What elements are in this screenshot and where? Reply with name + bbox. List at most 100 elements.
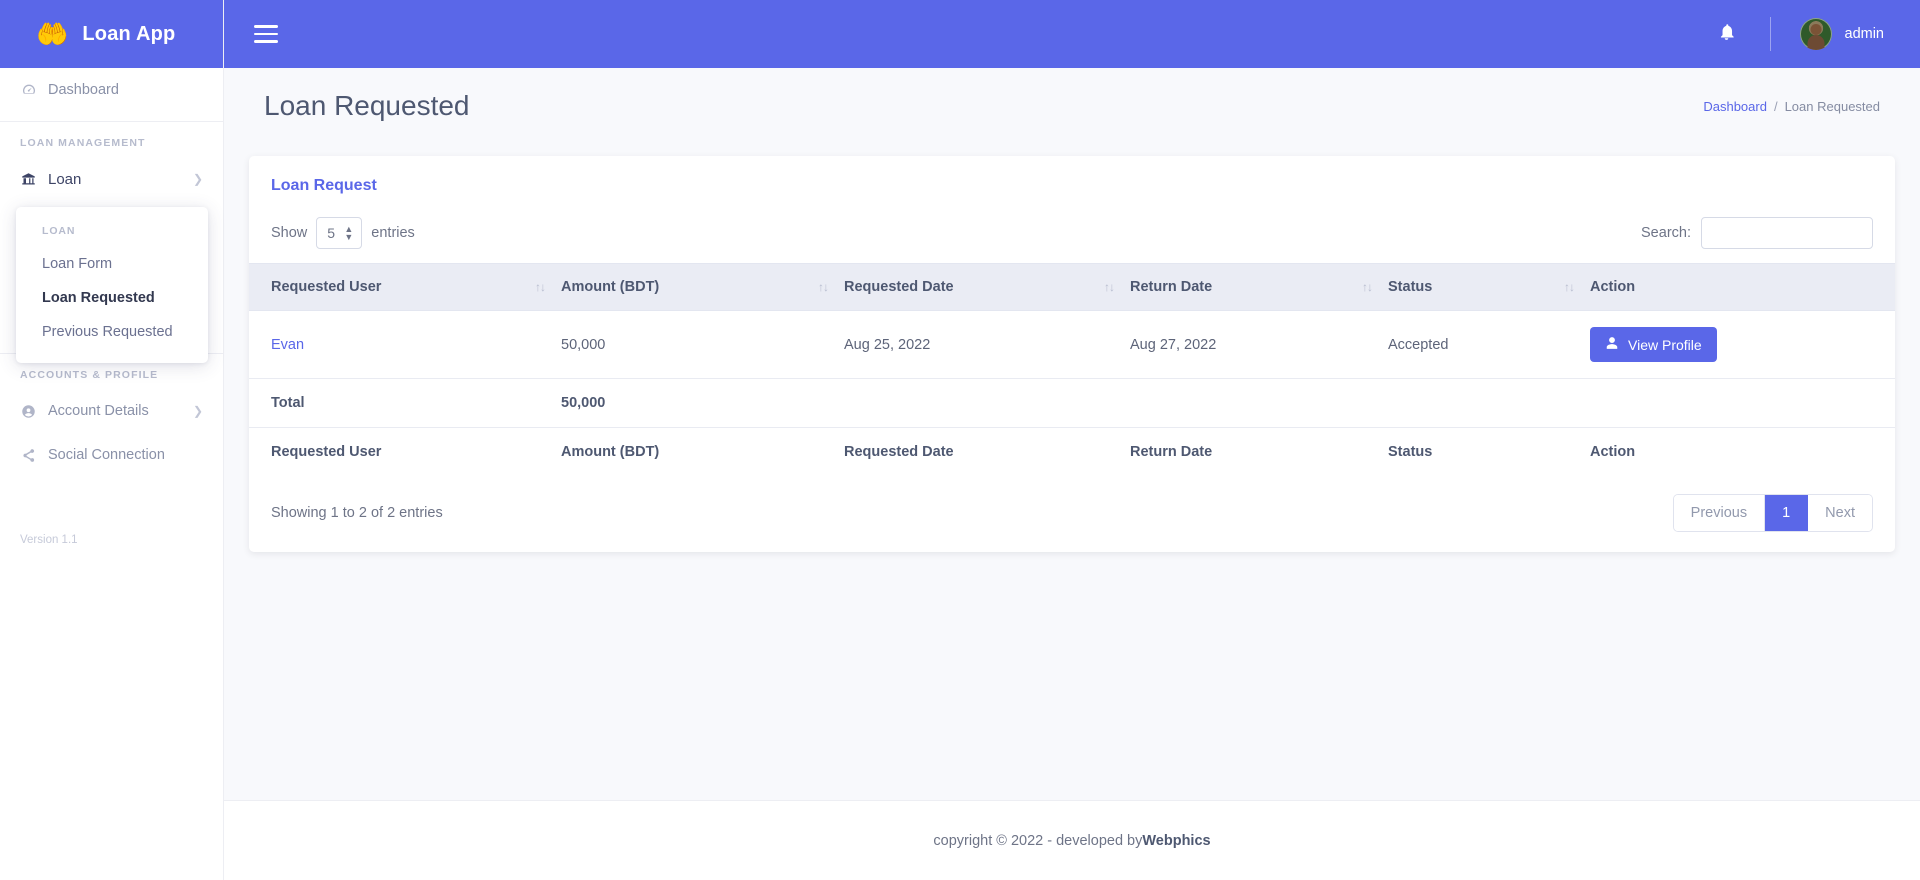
column-label: Return Date (1130, 279, 1213, 295)
sidebar-section-loan-management: LOAN MANAGEMENT (20, 137, 146, 149)
column-header-action: Action (1590, 263, 1895, 311)
topbar-right-group: admin (1717, 17, 1920, 51)
sidebar-item-account-details[interactable]: Account Details ❯ (0, 389, 223, 433)
footer-requested-user: Requested User (271, 444, 382, 460)
hamburger-menu-icon[interactable] (254, 25, 278, 43)
sidebar-item-account-details-label: Account Details (48, 403, 149, 419)
topbar-divider (1769, 17, 1771, 51)
breadcrumb-current: Loan Requested (1784, 98, 1880, 114)
cell-total-blank-4 (1590, 378, 1895, 428)
entries-info: Showing 1 to 2 of 2 entries (271, 505, 443, 521)
bell-icon[interactable] (1717, 22, 1736, 47)
sidebar-item-loan-label: Loan (48, 170, 82, 188)
submenu-item-previous-requested[interactable]: Previous Requested (16, 315, 208, 349)
sidebar-item-social-connection-label: Social Connection (48, 447, 165, 463)
cell-total-blank-2 (1130, 378, 1388, 428)
topbar: admin (224, 0, 1920, 68)
column-label: Status (1388, 279, 1433, 295)
username-label: admin (1844, 26, 1885, 42)
column-header-status[interactable]: Status ↑↓ (1388, 263, 1590, 311)
footer-status: Status (1388, 444, 1433, 460)
sidebar: 🤲 Loan App Dashboard LOAN MANAGEMENT Loa… (0, 0, 224, 880)
entries-label: entries (371, 225, 415, 241)
speedometer-icon (20, 82, 37, 98)
sidebar-item-social-connection[interactable]: Social Connection (0, 433, 223, 477)
submenu-header: LOAN (42, 225, 76, 237)
cell-requested-user: Evan (249, 310, 561, 379)
table-footer-bar: Showing 1 to 2 of 2 entries Previous 1 N… (249, 476, 1895, 538)
pagination-next[interactable]: Next (1808, 495, 1872, 531)
sort-updown-icon[interactable]: ↑↓ (1104, 280, 1115, 294)
column-label: Amount (BDT) (561, 279, 660, 295)
search-label: Search: (1641, 225, 1691, 241)
footer-action: Action (1590, 444, 1636, 460)
company-name: Webphics (1142, 832, 1211, 849)
cell-amount: 50,000 (561, 310, 844, 379)
chevron-right-icon: ❯ (192, 172, 203, 186)
entries-length-select[interactable]: 5 (316, 217, 363, 249)
table-total-row: Total 50,000 (249, 378, 1895, 428)
sidebar-item-dashboard[interactable]: Dashboard (0, 68, 223, 112)
brand-header[interactable]: 🤲 Loan App (0, 0, 223, 68)
table-header-row: Requested User ↑↓ Amount (BDT) ↑↓ Reques… (249, 263, 1895, 311)
search-control: Search: (1641, 217, 1873, 249)
main-content: Loan Requested Dashboard / Loan Requeste… (224, 68, 1920, 880)
column-header-amount[interactable]: Amount (BDT) ↑↓ (561, 263, 844, 311)
sidebar-section-accounts-profile: ACCOUNTS & PROFILE (20, 369, 159, 381)
cell-total-label: Total (249, 378, 561, 428)
column-label: Requested Date (844, 279, 954, 295)
cell-status: Accepted (1388, 310, 1590, 379)
show-label: Show (271, 225, 308, 241)
search-input[interactable] (1701, 217, 1873, 249)
sort-updown-icon[interactable]: ↑↓ (1564, 280, 1575, 294)
user-profile-link[interactable]: Evan (271, 337, 304, 353)
copyright-text: copyright © 2022 - developed by (933, 832, 1143, 849)
loan-submenu: LOAN Loan Form Loan Requested Previous R… (16, 207, 208, 363)
sidebar-item-loan[interactable]: Loan ❯ (0, 157, 223, 201)
submenu-item-loan-requested[interactable]: Loan Requested (16, 281, 208, 315)
table-foot: Requested User Amount (BDT) Requested Da… (249, 428, 1895, 477)
cell-return-date: Aug 27, 2022 (1130, 310, 1388, 379)
sidebar-version: Version 1.1 (20, 534, 78, 546)
table-body: Evan 50,000 Aug 25, 2022 Aug 27, 2022 Ac… (249, 310, 1895, 428)
chevron-right-icon: ❯ (192, 404, 203, 418)
page-header: Loan Requested Dashboard / Loan Requeste… (224, 68, 1920, 144)
table-footer-row: Requested User Amount (BDT) Requested Da… (249, 428, 1895, 477)
loan-request-table: Requested User ↑↓ Amount (BDT) ↑↓ Reques… (249, 263, 1895, 476)
sidebar-divider-1 (0, 121, 223, 122)
pagination: Previous 1 Next (1672, 494, 1873, 532)
column-header-requested-date[interactable]: Requested Date ↑↓ (844, 263, 1130, 311)
cell-total-amount: 50,000 (561, 378, 844, 428)
table-row: Evan 50,000 Aug 25, 2022 Aug 27, 2022 Ac… (249, 310, 1895, 379)
footer-return-date: Return Date (1130, 444, 1213, 460)
bank-icon (20, 172, 37, 187)
breadcrumb-dashboard[interactable]: Dashboard (1703, 99, 1767, 114)
submenu-item-loan-form[interactable]: Loan Form (16, 247, 208, 281)
money-hands-icon: 🤲 (36, 19, 69, 49)
length-control: Show 5 ▲ ▼ entries (271, 217, 415, 249)
share-icon (20, 448, 37, 463)
user-circle-icon (20, 404, 37, 419)
person-icon (1605, 336, 1619, 353)
column-label: Action (1590, 279, 1636, 295)
pagination-page-1[interactable]: 1 (1765, 495, 1809, 531)
sort-updown-icon[interactable]: ↑↓ (818, 280, 829, 294)
page-title: Loan Requested (264, 90, 470, 121)
footer-requested-date: Requested Date (844, 444, 954, 460)
column-header-requested-user[interactable]: Requested User ↑↓ (249, 263, 561, 311)
sort-updown-icon[interactable]: ↑↓ (535, 280, 546, 294)
loan-request-card: Loan Request Show 5 ▲▼ entries Search: (249, 156, 1895, 552)
view-profile-button[interactable]: View Profile (1590, 327, 1717, 362)
length-select-wrapper[interactable]: 5 ▲ ▼ (316, 217, 363, 249)
breadcrumb: Dashboard / Loan Requested (1703, 99, 1880, 114)
sort-updown-icon[interactable]: ↑↓ (1362, 280, 1373, 294)
table-controls: Show 5 ▲ ▼ entries Search: (249, 199, 1895, 263)
column-header-return-date[interactable]: Return Date ↑↓ (1130, 263, 1388, 311)
cell-total-blank-1 (844, 378, 1130, 428)
cell-action: View Profile (1590, 310, 1895, 379)
avatar[interactable] (1799, 18, 1832, 50)
breadcrumb-separator: / (1773, 98, 1778, 114)
pagination-previous[interactable]: Previous (1673, 495, 1766, 531)
sidebar-item-dashboard-label: Dashboard (48, 82, 119, 98)
footer-amount: Amount (BDT) (561, 444, 660, 460)
